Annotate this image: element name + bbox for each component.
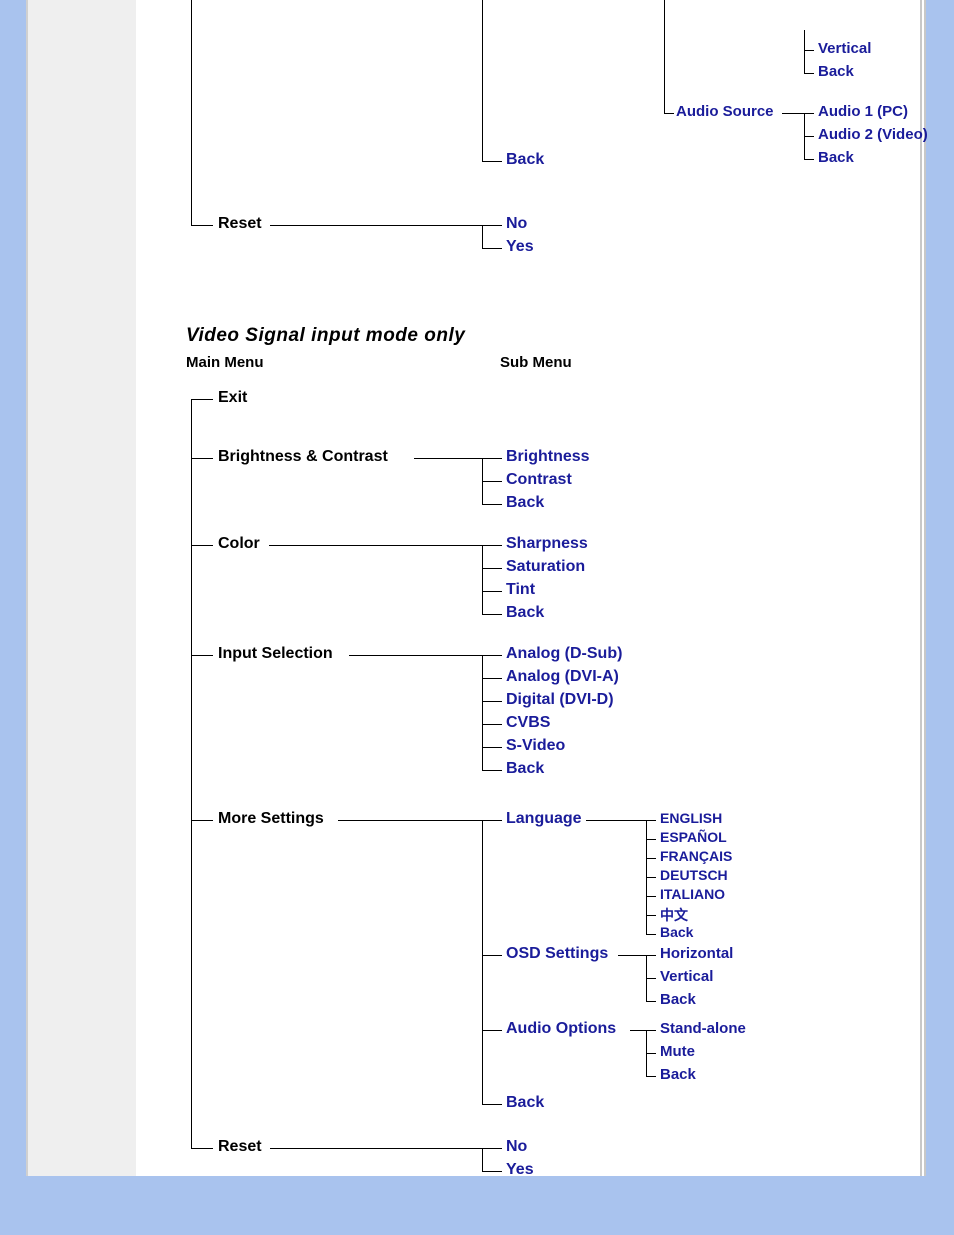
menu-item: Yes <box>506 238 534 256</box>
menu-item: Audio Options <box>506 1020 616 1038</box>
menu-item: No <box>506 215 527 233</box>
menu-item: Audio 2 (Video) <box>818 126 928 143</box>
menu-item: Stand-alone <box>660 1020 746 1037</box>
menu-item: ITALIANO <box>660 886 725 902</box>
menu-item: Back <box>506 1094 544 1112</box>
menu-item: Horizontal <box>660 945 733 962</box>
menu-item: More Settings <box>218 810 324 828</box>
menu-item: Back <box>506 760 544 778</box>
menu-item: Digital (DVI-D) <box>506 691 614 709</box>
menu-item: Back <box>660 1066 696 1083</box>
menu-item: ENGLISH <box>660 810 722 826</box>
menu-item: Back <box>818 63 854 80</box>
section-heading: Video Signal input mode only <box>186 325 465 347</box>
menu-item: Input Selection <box>218 645 333 663</box>
menu-item: No <box>506 1138 527 1156</box>
column-header: Main Menu <box>186 354 264 371</box>
menu-item: Reset <box>218 1138 262 1156</box>
menu-item: Vertical <box>660 968 713 985</box>
menu-item: DEUTSCH <box>660 867 728 883</box>
menu-item: S-Video <box>506 737 565 755</box>
menu-item: Back <box>506 604 544 622</box>
menu-item: Back <box>660 991 696 1008</box>
left-margin <box>28 0 136 1176</box>
menu-item: Analog (D-Sub) <box>506 645 622 663</box>
menu-item: Analog (DVI-A) <box>506 668 619 686</box>
menu-item: Brightness <box>506 448 590 466</box>
menu-item: Brightness & Contrast <box>218 448 388 466</box>
document-page: Vertical Back Audio Source Audio 1 (PC) … <box>26 0 926 1176</box>
menu-item: Back <box>506 494 544 512</box>
page-accent-right <box>928 30 948 42</box>
page-content: Vertical Back Audio Source Audio 1 (PC) … <box>136 0 920 1176</box>
menu-item: Vertical <box>818 40 871 57</box>
menu-item: OSD Settings <box>506 945 608 963</box>
menu-item: Tint <box>506 581 535 599</box>
menu-item: CVBS <box>506 714 550 732</box>
menu-item: Audio Source <box>676 103 774 120</box>
menu-item: Back <box>660 924 693 940</box>
menu-item: Back <box>818 149 854 166</box>
menu-item: Reset <box>218 215 262 233</box>
menu-item: Yes <box>506 1161 534 1179</box>
menu-item: FRANÇAIS <box>660 848 732 864</box>
menu-item: Contrast <box>506 471 572 489</box>
menu-item: Exit <box>218 389 247 407</box>
menu-item: Saturation <box>506 558 585 576</box>
menu-item: ESPAÑOL <box>660 829 727 845</box>
menu-item: Language <box>506 810 582 828</box>
menu-item: Back <box>506 151 544 169</box>
column-header: Sub Menu <box>500 354 572 371</box>
menu-item: Color <box>218 535 260 553</box>
menu-item: 中文 <box>660 905 688 925</box>
menu-item: Audio 1 (PC) <box>818 103 908 120</box>
menu-item: Sharpness <box>506 535 588 553</box>
menu-item: Mute <box>660 1043 695 1060</box>
